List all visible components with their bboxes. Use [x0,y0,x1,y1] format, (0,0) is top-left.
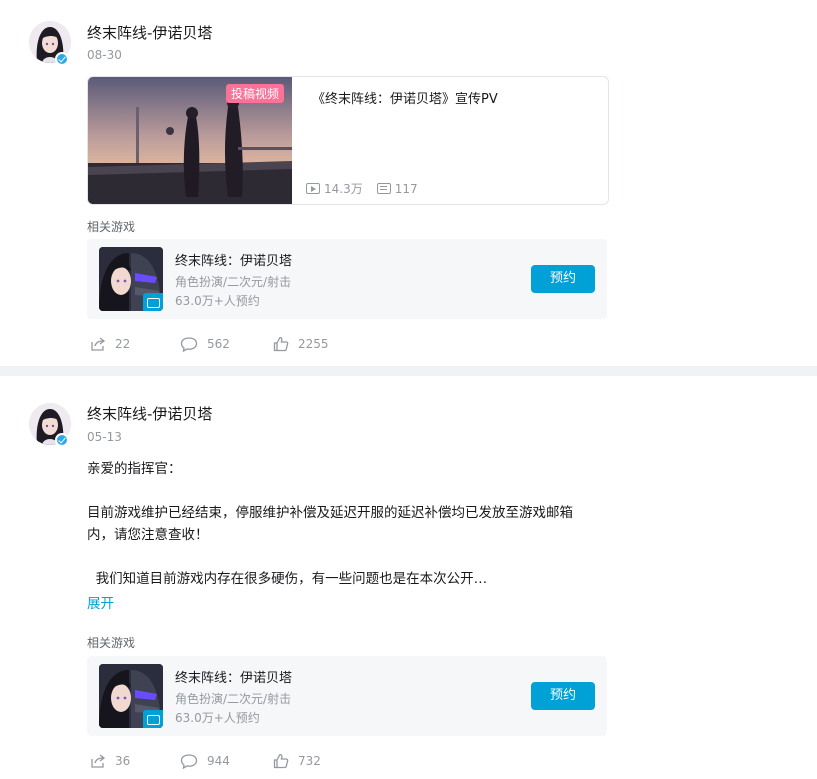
reserve-button[interactable]: 预约 [531,682,595,710]
video-stats: 14.3万 117 [306,180,418,197]
like-icon [273,753,289,769]
video-card[interactable]: 投稿视频 《终末阵线：伊诺贝塔》宣传PV 14.3万 117 [87,76,609,205]
post-date: 08-30 [87,48,122,62]
share-count: 22 [115,337,131,351]
like-count: 2255 [298,337,329,351]
game-icon[interactable] [99,247,163,311]
tv-icon [143,710,163,728]
post-date: 05-13 [87,430,122,444]
video-badge: 投稿视频 [225,84,284,103]
like-icon [273,336,289,352]
game-reserve-count: 63.0万+人预约 [175,294,260,308]
comment-icon [180,337,198,352]
like-button[interactable]: 732 [273,751,321,771]
share-icon [91,337,106,351]
share-icon [91,754,106,768]
video-title[interactable]: 《终末阵线：伊诺贝塔》宣传PV [312,88,498,107]
share-button[interactable]: 36 [90,751,130,771]
comment-count: 944 [207,754,230,768]
game-tags: 角色扮演/二次元/射击 [175,692,292,706]
game-card[interactable]: 终末阵线：伊诺贝塔 角色扮演/二次元/射击 63.0万+人预约 预约 [87,656,607,736]
verified-icon [55,433,69,447]
game-name[interactable]: 终末阵线：伊诺贝塔 [175,250,292,269]
reserve-button[interactable]: 预约 [531,265,595,293]
game-reserve-count: 63.0万+人预约 [175,711,260,725]
comment-button[interactable]: 944 [180,751,230,771]
related-games-label: 相关游戏 [87,220,136,234]
game-icon[interactable] [99,664,163,728]
share-count: 36 [115,754,131,768]
danmaku-icon [376,183,391,194]
like-button[interactable]: 2255 [273,334,329,354]
share-button[interactable]: 22 [90,334,130,354]
dynamic-post: 终末阵线-伊诺贝塔 05-13 亲爱的指挥官： 目前游戏维护已经结束，停服维护补… [0,376,817,779]
game-tags: 角色扮演/二次元/射击 [175,275,292,289]
game-card[interactable]: 终末阵线：伊诺贝塔 角色扮演/二次元/射击 63.0万+人预约 预约 [87,239,607,319]
related-games-label: 相关游戏 [87,636,136,650]
dynamic-post: 终末阵线-伊诺贝塔 08-30 投稿视频 《终末阵线：伊诺贝塔》宣传PV 14.… [0,0,817,366]
play-count: 14.3万 [324,182,363,196]
play-icon [306,183,320,194]
post-text-line: 内，请您注意查收！ [87,527,209,543]
comment-icon [180,754,198,769]
game-name[interactable]: 终末阵线：伊诺贝塔 [175,667,292,686]
post-divider [0,366,817,376]
video-thumbnail[interactable]: 投稿视频 [88,77,292,204]
author-name[interactable]: 终末阵线-伊诺贝塔 [87,403,212,424]
like-count: 732 [298,754,321,768]
post-text-line: 亲爱的指挥官： [87,461,182,477]
comment-button[interactable]: 562 [180,334,230,354]
comment-count: 562 [207,337,230,351]
post-text-line: 我们知道目前游戏内存在很多硬伤，有一些问题也是在本次公开… [87,571,488,587]
post-text-line: 目前游戏维护已经结束，停服维护补偿及延迟开服的延迟补偿均已发放至游戏邮箱 [87,505,573,521]
danmaku-count: 117 [394,181,418,196]
tv-icon [143,293,163,311]
expand-link[interactable]: 展开 [87,592,114,612]
author-name[interactable]: 终末阵线-伊诺贝塔 [87,22,212,43]
verified-icon [55,52,69,66]
